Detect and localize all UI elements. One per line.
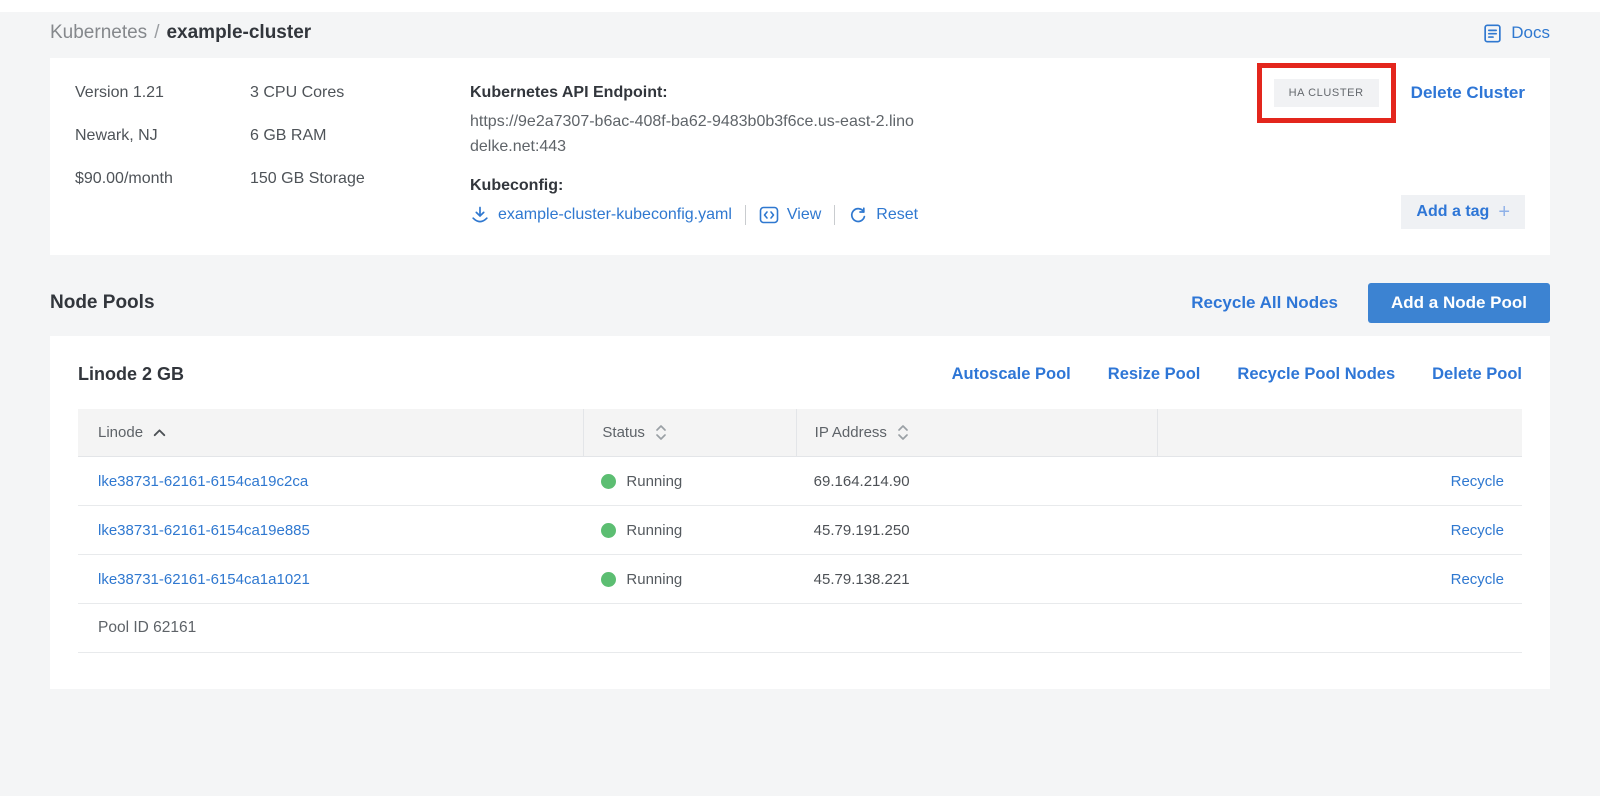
breadcrumb-current: example-cluster: [166, 22, 311, 43]
breadcrumb-section-kubernetes[interactable]: Kubernetes: [50, 22, 147, 43]
kubeconfig-filename: example-cluster-kubeconfig.yaml: [498, 206, 732, 224]
node-link[interactable]: lke38731-62161-6154ca19c2ca: [98, 473, 308, 490]
view-label: View: [787, 206, 821, 224]
table-row: lke38731-62161-6154ca1a1021 Running 45.7…: [78, 555, 1522, 604]
status-cell: Running: [583, 473, 795, 490]
column-label: IP Address: [815, 424, 887, 441]
status-dot-running: [601, 523, 616, 538]
column-header-ip-address[interactable]: IP Address: [796, 409, 1157, 456]
status-cell: Running: [583, 522, 795, 539]
view-kubeconfig-link[interactable]: View: [759, 205, 821, 225]
column-header-status[interactable]: Status: [583, 409, 795, 456]
spec-cpu: 3 CPU Cores: [250, 84, 470, 102]
delete-cluster-link[interactable]: Delete Cluster: [1411, 83, 1525, 103]
kubeconfig-label: Kubeconfig:: [470, 177, 950, 195]
ip-address: 45.79.191.250: [796, 522, 1157, 539]
column-header-actions: [1157, 409, 1522, 456]
table-row: lke38731-62161-6154ca19e885 Running 45.7…: [78, 506, 1522, 555]
spec-version: Version 1.21: [75, 84, 250, 102]
cluster-summary-card: Version 1.21 3 CPU Cores Newark, NJ 6 GB…: [50, 58, 1550, 255]
sort-icon: [654, 423, 668, 442]
docs-icon: [1482, 23, 1503, 44]
add-node-pool-button[interactable]: Add a Node Pool: [1368, 283, 1550, 323]
recycle-pool-nodes-link[interactable]: Recycle Pool Nodes: [1237, 365, 1395, 384]
annotation-highlight-box: HA CLUSTER: [1257, 63, 1396, 123]
breadcrumb-row: Kubernetes / example-cluster Docs: [50, 12, 1550, 58]
node-table: Linode Status: [78, 409, 1522, 653]
cluster-specs: Version 1.21 3 CPU Cores Newark, NJ 6 GB…: [75, 84, 470, 229]
status-label: Running: [626, 473, 682, 490]
status-label: Running: [626, 522, 682, 539]
node-link[interactable]: lke38731-62161-6154ca19e885: [98, 522, 310, 539]
api-endpoint-url: https://9e2a7307-b6ac-408f-ba62-9483b0b3…: [470, 110, 920, 160]
node-link[interactable]: lke38731-62161-6154ca1a1021: [98, 571, 310, 588]
table-header-row: Linode Status: [78, 409, 1522, 457]
code-icon: [759, 205, 779, 225]
top-strip: [0, 0, 1600, 12]
ip-address: 45.79.138.221: [796, 571, 1157, 588]
reset-icon: [848, 205, 868, 225]
docs-link[interactable]: Docs: [1482, 23, 1550, 44]
node-pools-actions: Recycle All Nodes Add a Node Pool: [1191, 283, 1550, 323]
recycle-node-link[interactable]: Recycle: [1451, 522, 1504, 539]
summary-right: HA CLUSTER Delete Cluster Add a tag +: [1257, 84, 1525, 229]
delete-pool-link[interactable]: Delete Pool: [1432, 365, 1522, 384]
add-tag-label: Add a tag: [1416, 203, 1489, 221]
pool-actions: Autoscale Pool Resize Pool Recycle Pool …: [952, 365, 1522, 384]
download-icon: [470, 205, 490, 225]
spec-price: $90.00/month: [75, 170, 250, 188]
status-label: Running: [626, 571, 682, 588]
divider: [834, 205, 835, 225]
status-cell: Running: [583, 571, 795, 588]
kubeconfig-download-link[interactable]: example-cluster-kubeconfig.yaml: [470, 205, 732, 225]
spec-region: Newark, NJ: [75, 127, 250, 145]
recycle-node-link[interactable]: Recycle: [1451, 473, 1504, 490]
recycle-node-link[interactable]: Recycle: [1451, 571, 1504, 588]
node-pools-header: Node Pools Recycle All Nodes Add a Node …: [50, 283, 1550, 323]
resize-pool-link[interactable]: Resize Pool: [1108, 365, 1201, 384]
spec-ram: 6 GB RAM: [250, 127, 470, 145]
node-pools-title: Node Pools: [50, 292, 155, 314]
docs-label: Docs: [1511, 23, 1550, 43]
spec-storage: 150 GB Storage: [250, 170, 470, 188]
divider: [745, 205, 746, 225]
api-endpoint-label: Kubernetes API Endpoint:: [470, 84, 950, 102]
add-tag-button[interactable]: Add a tag +: [1401, 195, 1525, 229]
pool-title: Linode 2 GB: [78, 364, 184, 385]
sort-asc-icon: [152, 427, 167, 438]
reset-label: Reset: [876, 206, 918, 224]
pool-header: Linode 2 GB Autoscale Pool Resize Pool R…: [78, 364, 1522, 385]
ha-cluster-badge: HA CLUSTER: [1274, 79, 1379, 107]
page: Kubernetes / example-cluster Docs Version …: [0, 12, 1600, 789]
sort-icon: [896, 423, 910, 442]
recycle-all-nodes-link[interactable]: Recycle All Nodes: [1191, 293, 1338, 313]
bottom-space: [50, 689, 1550, 789]
plus-icon: +: [1498, 202, 1510, 222]
column-label: Linode: [98, 424, 143, 441]
breadcrumb-separator: /: [154, 22, 159, 43]
node-pool-card: Linode 2 GB Autoscale Pool Resize Pool R…: [50, 336, 1550, 689]
table-row: lke38731-62161-6154ca19c2ca Running 69.1…: [78, 457, 1522, 506]
column-header-linode[interactable]: Linode: [78, 409, 583, 456]
endpoint-block: Kubernetes API Endpoint: https://9e2a730…: [470, 84, 950, 229]
breadcrumb: Kubernetes / example-cluster: [50, 22, 311, 44]
reset-kubeconfig-link[interactable]: Reset: [848, 205, 918, 225]
autoscale-pool-link[interactable]: Autoscale Pool: [952, 365, 1071, 384]
column-label: Status: [602, 424, 645, 441]
pool-id-footer: Pool ID 62161: [78, 604, 1522, 653]
status-dot-running: [601, 572, 616, 587]
ip-address: 69.164.214.90: [796, 473, 1157, 490]
ha-row: HA CLUSTER Delete Cluster: [1257, 63, 1525, 123]
kubeconfig-row: example-cluster-kubeconfig.yaml View: [470, 205, 950, 225]
status-dot-running: [601, 474, 616, 489]
